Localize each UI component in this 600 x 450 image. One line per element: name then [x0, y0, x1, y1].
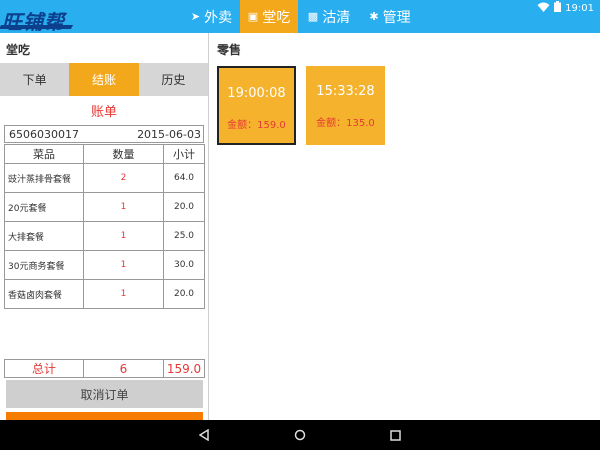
order-card-time: 19:00:08	[227, 86, 286, 101]
item-qty: 1	[83, 279, 164, 309]
item-qty: 1	[83, 221, 164, 251]
sub-tabs: 下单 结账 历史	[0, 63, 208, 96]
item-name: 30元商务套餐	[4, 250, 84, 280]
home-icon[interactable]	[288, 420, 312, 450]
item-qty: 1	[83, 250, 164, 280]
bill-title: 账单	[90, 105, 117, 120]
battery-icon	[554, 1, 562, 15]
item-subtotal: 30.0	[163, 250, 205, 280]
order-card-amount: 金额：159.0	[227, 120, 286, 131]
subtab-checkout[interactable]: 结账	[69, 63, 139, 96]
retail-title: 零售	[217, 43, 242, 57]
tab-manage-label: 管理	[382, 9, 411, 26]
order-card[interactable]: 15:33:28 金额：135.0	[306, 66, 385, 145]
status-bar: 19:01	[537, 1, 594, 15]
column-header: 菜品	[4, 144, 84, 164]
order-number: 6506030017	[9, 128, 79, 141]
right-panel: 零售 19:00:08 金额：159.0 15:33:28 金额：135.0	[209, 33, 600, 420]
order-card-time: 15:33:28	[316, 84, 375, 99]
send-icon: ➤	[190, 10, 201, 23]
total-row: 总计 6 159.0	[4, 359, 205, 378]
tab-dine-in[interactable]: ▣ 堂吃	[240, 0, 298, 33]
recents-icon[interactable]	[383, 420, 407, 450]
back-icon[interactable]	[192, 420, 216, 450]
tab-sold-out-label: 沽清	[322, 9, 351, 26]
subtab-history[interactable]: 历史	[138, 63, 208, 96]
cancel-order-button[interactable]: 取消订单	[6, 380, 203, 408]
total-label: 总计	[4, 359, 84, 378]
tab-takeout[interactable]: ➤ 外卖	[183, 0, 240, 33]
table-row[interactable]: 30元商务套餐 1 30.0	[4, 250, 205, 280]
subtab-order[interactable]: 下单	[0, 63, 70, 96]
tab-sold-out[interactable]: ▩ 沽清	[298, 0, 360, 33]
item-name: 大排套餐	[4, 221, 84, 251]
item-name: 20元套餐	[4, 192, 84, 222]
top-bar: 旺铺帮 ➤ 外卖 ▣ 堂吃 ▩ 沽清 ✱ 管理 19:01	[0, 0, 600, 34]
order-card-amount: 金额：135.0	[316, 118, 375, 129]
column-header: 数量	[83, 144, 164, 164]
item-subtotal: 20.0	[163, 279, 205, 309]
order-card[interactable]: 19:00:08 金额：159.0	[217, 66, 296, 145]
bill-table: 菜品 数量 小计 豉汁蒸排骨套餐 2 64.0 20元套餐 1 20.0 大排套…	[4, 144, 205, 309]
item-name: 豉汁蒸排骨套餐	[4, 163, 84, 193]
dinein-icon: ▣	[247, 10, 259, 23]
clock: 19:01	[565, 2, 594, 14]
app-logo: 旺铺帮	[2, 10, 65, 34]
column-header: 小计	[163, 144, 205, 164]
item-qty: 1	[83, 192, 164, 222]
item-qty: 2	[83, 163, 164, 193]
bar-chart-icon: ▩	[307, 10, 319, 23]
tab-manage[interactable]: ✱ 管理	[360, 0, 420, 33]
item-subtotal: 25.0	[163, 221, 205, 251]
total-amount: 159.0	[163, 359, 205, 378]
table-header: 菜品 数量 小计	[4, 144, 205, 164]
left-panel: 堂吃 下单 结账 历史 账单 6506030017 2015-06-03 菜品 …	[0, 33, 209, 440]
order-date: 2015-06-03	[137, 128, 201, 141]
gear-icon: ✱	[369, 10, 379, 23]
order-info: 6506030017 2015-06-03	[4, 125, 204, 143]
table-row[interactable]: 20元套餐 1 20.0	[4, 192, 205, 222]
section-title: 堂吃	[6, 43, 31, 57]
logo-underline	[0, 25, 74, 29]
total-qty: 6	[83, 359, 164, 378]
item-subtotal: 20.0	[163, 192, 205, 222]
table-row[interactable]: 香菇卤肉套餐 1 20.0	[4, 279, 205, 309]
wifi-icon	[537, 2, 550, 15]
system-nav-bar	[0, 420, 600, 450]
tab-takeout-label: 外卖	[204, 9, 233, 26]
tab-dine-in-label: 堂吃	[262, 9, 291, 26]
item-subtotal: 64.0	[163, 163, 205, 193]
table-row[interactable]: 大排套餐 1 25.0	[4, 221, 205, 251]
table-row[interactable]: 豉汁蒸排骨套餐 2 64.0	[4, 163, 205, 193]
item-name: 香菇卤肉套餐	[4, 279, 84, 309]
